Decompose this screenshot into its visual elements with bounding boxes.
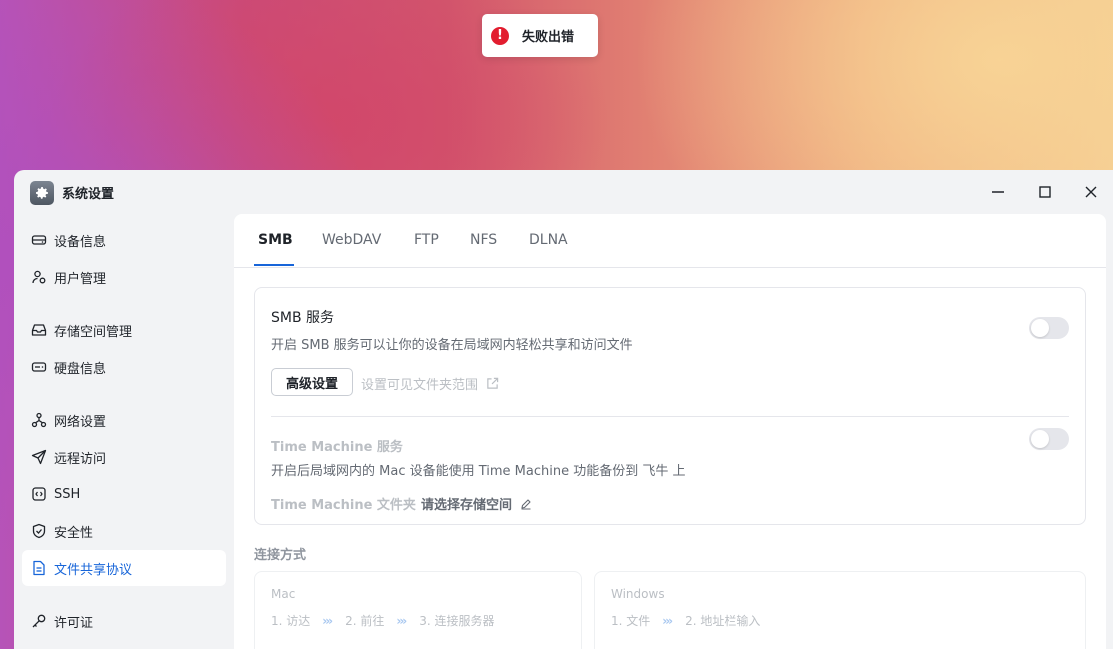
edit-icon: [520, 498, 532, 510]
time-machine-title: Time Machine 服务: [271, 440, 403, 455]
chevrons-right-icon: ›››: [396, 613, 407, 628]
tab-dlna[interactable]: DLNA: [529, 232, 568, 248]
windows-step-1: 1. 文件: [611, 614, 651, 628]
sidebar-item-label: 存储空间管理: [54, 324, 133, 340]
settings-window: 系统设置 设备信息 用户管理 存储空间管理 硬盘信息 网络设置 远程访问 SSH…: [14, 170, 1113, 649]
close-button[interactable]: [1078, 180, 1104, 204]
chevrons-right-icon: ›››: [662, 613, 673, 628]
connection-methods-title: 连接方式: [254, 548, 307, 563]
sidebar-item-storage[interactable]: 存储空间管理: [22, 312, 226, 348]
tab-smb[interactable]: SMB: [258, 232, 293, 248]
visible-folders-link-label: 设置可见文件夹范围: [361, 378, 479, 393]
sidebar-item-ssh[interactable]: SSH: [22, 476, 226, 512]
error-toast: ! 失败出错: [482, 14, 598, 57]
code-box-icon: [31, 486, 47, 502]
mac-step-3: 3. 连接服务器: [419, 614, 495, 628]
error-icon: !: [491, 26, 509, 45]
tab-webdav[interactable]: WebDAV: [322, 232, 381, 248]
sidebar-item-user-management[interactable]: 用户管理: [22, 259, 226, 295]
tab-ftp[interactable]: FTP: [414, 232, 439, 248]
time-machine-folder-selector[interactable]: 请选择存储空间: [421, 494, 532, 513]
windows-connection-card: Windows 1. 文件 ››› 2. 地址栏输入: [594, 571, 1086, 649]
windows-steps: 1. 文件 ››› 2. 地址栏输入: [611, 612, 760, 629]
windows-label: Windows: [611, 587, 665, 601]
sidebar-item-disk-info[interactable]: 硬盘信息: [22, 349, 226, 385]
network-icon: [31, 412, 47, 428]
smb-service-title: SMB 服务: [271, 310, 335, 326]
send-icon: [31, 449, 47, 465]
time-machine-folder-value: 请选择存储空间: [421, 498, 513, 513]
smb-settings-card: SMB 服务 开启 SMB 服务可以让你的设备在局域网内轻松共享和访问文件 高级…: [254, 287, 1086, 525]
time-machine-toggle[interactable]: [1029, 428, 1069, 450]
active-tab-indicator: [254, 264, 294, 266]
sidebar-item-label: 用户管理: [54, 271, 107, 287]
external-link-icon: [486, 377, 499, 390]
sidebar-item-device-info[interactable]: 设备信息: [22, 222, 226, 258]
hard-drive-icon: [31, 232, 47, 248]
inbox-icon: [31, 322, 47, 338]
window-title: 系统设置: [62, 187, 115, 202]
sidebar-item-file-sharing[interactable]: 文件共享协议: [22, 550, 226, 586]
minimize-button[interactable]: [985, 180, 1011, 204]
section-divider: [271, 416, 1069, 417]
time-machine-description: 开启后局域网内的 Mac 设备能使用 Time Machine 功能备份到 飞牛…: [271, 464, 686, 479]
smb-service-description: 开启 SMB 服务可以让你的设备在局域网内轻松共享和访问文件: [271, 338, 633, 353]
protocol-tabs: SMB WebDAV FTP NFS DLNA: [234, 214, 1106, 268]
sidebar-item-label: SSH: [54, 486, 81, 502]
sidebar-item-label: 设备信息: [54, 234, 107, 250]
time-machine-folder-label: Time Machine 文件夹: [271, 498, 416, 513]
disk-icon: [31, 359, 47, 375]
sidebar-item-label: 文件共享协议: [54, 562, 133, 578]
chevrons-right-icon: ›››: [322, 613, 333, 628]
mac-step-2: 2. 前往: [345, 614, 385, 628]
sidebar-item-label: 网络设置: [54, 414, 107, 430]
close-icon: [1085, 186, 1097, 198]
shield-icon: [31, 523, 47, 539]
minimize-icon: [992, 191, 1004, 193]
sidebar-item-security[interactable]: 安全性: [22, 513, 226, 549]
mac-connection-card: Mac 1. 访达 ››› 2. 前往 ››› 3. 连接服务器: [254, 571, 582, 649]
maximize-icon: [1039, 186, 1051, 198]
visible-folders-link[interactable]: 设置可见文件夹范围: [361, 374, 499, 393]
title-bar: 系统设置: [14, 170, 1113, 214]
maximize-button[interactable]: [1032, 180, 1058, 204]
sidebar-item-label: 安全性: [54, 525, 94, 541]
mac-label: Mac: [271, 587, 296, 601]
advanced-settings-button[interactable]: 高级设置: [271, 368, 353, 396]
main-panel: SMB WebDAV FTP NFS DLNA SMB 服务 开启 SMB 服务…: [234, 214, 1106, 649]
toast-message: 失败出错: [522, 30, 575, 45]
mac-steps: 1. 访达 ››› 2. 前往 ››› 3. 连接服务器: [271, 612, 494, 629]
key-icon: [31, 613, 47, 629]
sidebar-item-network[interactable]: 网络设置: [22, 402, 226, 438]
users-icon: [31, 269, 47, 285]
document-icon: [31, 560, 47, 576]
sidebar-item-remote-access[interactable]: 远程访问: [22, 439, 226, 475]
smb-service-toggle[interactable]: [1029, 317, 1069, 339]
mac-step-1: 1. 访达: [271, 614, 311, 628]
sidebar-item-label: 硬盘信息: [54, 361, 107, 377]
windows-step-2: 2. 地址栏输入: [685, 614, 761, 628]
sidebar-item-label: 远程访问: [54, 451, 107, 467]
settings-app-icon: [30, 181, 54, 205]
sidebar-item-license[interactable]: 许可证: [22, 603, 226, 639]
tab-nfs[interactable]: NFS: [470, 232, 497, 248]
sidebar-item-label: 许可证: [54, 615, 94, 631]
